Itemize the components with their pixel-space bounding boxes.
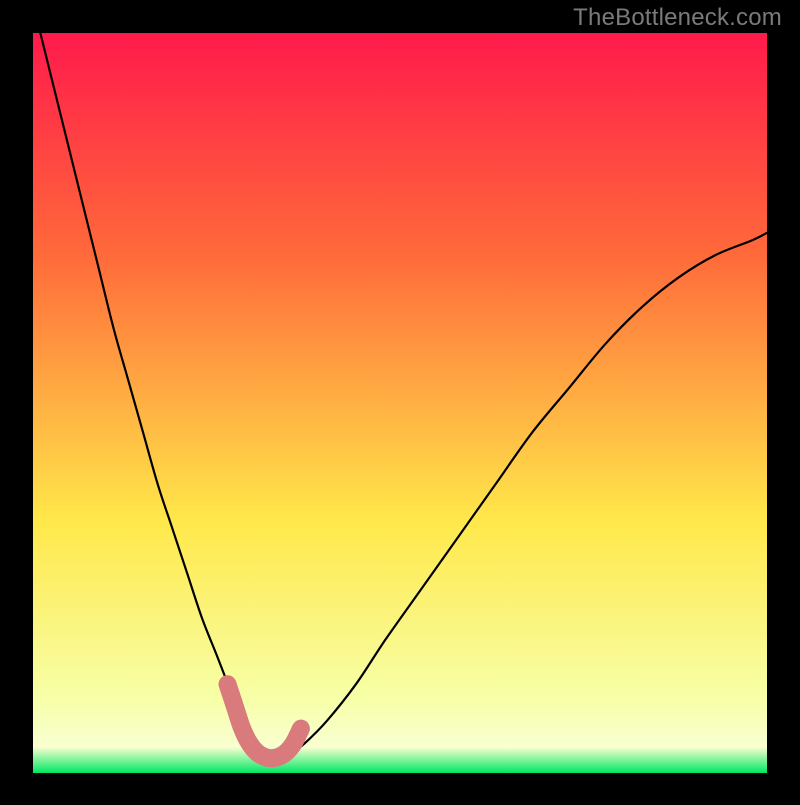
bottleneck-chart bbox=[0, 0, 800, 800]
watermark-text: TheBottleneck.com bbox=[573, 4, 782, 32]
chart-frame: TheBottleneck.com bbox=[0, 0, 800, 800]
plot-area bbox=[33, 33, 767, 773]
